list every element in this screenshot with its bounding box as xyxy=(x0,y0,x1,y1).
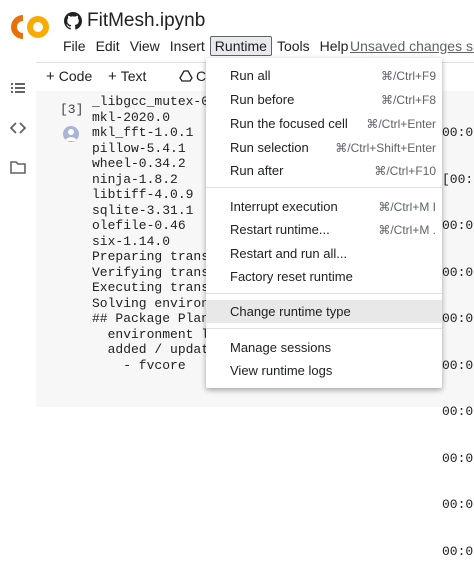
notebook-title-row: FitMesh.ipynb xyxy=(64,9,205,33)
menu-item-run-after[interactable]: Run after ⌘/Ctrl+F10 xyxy=(206,159,442,182)
output-fragment: 00:0 xyxy=(442,404,474,419)
execution-count: [3] xyxy=(60,102,84,117)
copy-to-drive-button[interactable]: C xyxy=(179,68,206,84)
menu-item-change-runtime-type[interactable]: Change runtime type xyxy=(206,300,442,323)
add-code-button[interactable]: + Code xyxy=(46,68,92,85)
output-fragment: 00:0 xyxy=(442,125,474,140)
menu-item-label: View runtime logs xyxy=(230,363,333,378)
menu-help[interactable]: Help xyxy=(315,36,354,56)
output-fragment: 00:0 xyxy=(442,311,474,326)
menu-divider xyxy=(206,293,442,294)
menu-divider xyxy=(206,328,442,329)
menu-item-label: Factory reset runtime xyxy=(230,269,353,284)
unsaved-changes-link[interactable]: Unsaved changes sinc xyxy=(350,38,474,54)
files-icon[interactable] xyxy=(10,159,26,175)
menu-edit[interactable]: Edit xyxy=(91,36,125,56)
copy-to-drive-label: C xyxy=(196,68,207,84)
output-fragment: 00:0 xyxy=(442,218,474,233)
menu-runtime[interactable]: Runtime xyxy=(209,36,272,56)
notebook-title[interactable]: FitMesh.ipynb xyxy=(87,10,205,32)
menu-item-label: Run after xyxy=(230,163,284,178)
menu-item-shortcut: ⌘/Ctrl+F9 xyxy=(380,68,436,83)
menu-item-run-focused-cell[interactable]: Run the focused cell ⌘/Ctrl+Enter xyxy=(206,112,442,135)
menu-item-label: Restart runtime... xyxy=(230,222,330,237)
user-icon xyxy=(65,129,77,141)
menu-item-shortcut: ⌘/Ctrl+F10 xyxy=(374,163,436,178)
colab-logo[interactable] xyxy=(10,14,50,40)
menu-insert[interactable]: Insert xyxy=(165,36,210,56)
output-fragment: 00:0 xyxy=(442,543,474,559)
output-fragment: 00:0 xyxy=(442,450,474,466)
output-fragment: 00:0 xyxy=(442,264,474,280)
github-icon xyxy=(64,12,82,30)
toc-icon[interactable] xyxy=(10,80,26,96)
menu-item-label: Restart and run all... xyxy=(230,246,348,261)
menu-item-label: Run all xyxy=(230,68,271,83)
plus-icon: + xyxy=(108,68,117,85)
menu-item-run-all[interactable]: Run all ⌘/Ctrl+F9 xyxy=(206,64,442,87)
code-snippets-icon[interactable] xyxy=(10,120,26,136)
menu-item-factory-reset-runtime[interactable]: Factory reset runtime xyxy=(206,265,442,288)
menu-item-manage-sessions[interactable]: Manage sessions xyxy=(206,336,442,359)
menu-item-restart-runtime[interactable]: Restart runtime... ⌘/Ctrl+M . xyxy=(206,218,442,241)
output-fragment: 00:0 xyxy=(442,497,474,512)
menu-item-restart-and-run-all[interactable]: Restart and run all... xyxy=(206,242,442,265)
output-fragment: [00:1 xyxy=(442,171,474,187)
menu-item-shortcut: ⌘/Ctrl+F8 xyxy=(380,92,436,107)
menu-item-shortcut: ⌘/Ctrl+M I xyxy=(378,199,436,214)
runtime-menu: Run all ⌘/Ctrl+F9 Run before ⌘/Ctrl+F8 Run… xyxy=(206,58,442,388)
output-overflow: 00:0 [00:1 00:0 00:0 00:0 00:0 00:0 00:0… xyxy=(442,94,474,575)
add-code-label: Code xyxy=(58,68,93,84)
menu-view[interactable]: View xyxy=(125,36,165,56)
menu-item-label: Change runtime type xyxy=(230,304,351,319)
avatar xyxy=(63,126,79,142)
menu-item-shortcut: ⌘/Ctrl+M . xyxy=(378,222,436,237)
output-fragment: 00:0 xyxy=(442,357,474,373)
menu-item-run-before[interactable]: Run before ⌘/Ctrl+F8 xyxy=(206,88,442,111)
menu-bar: File Edit View Insert Runtime Tools Help xyxy=(58,35,353,57)
plus-icon: + xyxy=(46,68,55,85)
menu-item-label: Manage sessions xyxy=(230,340,332,355)
menu-item-interrupt-execution[interactable]: Interrupt execution ⌘/Ctrl+M I xyxy=(206,195,442,218)
menu-divider xyxy=(206,187,442,188)
menu-tools[interactable]: Tools xyxy=(272,36,315,56)
menu-item-label: Run before xyxy=(230,92,295,107)
menu-item-label: Run selection xyxy=(230,140,309,155)
menu-item-run-selection[interactable]: Run selection ⌘/Ctrl+Shift+Enter xyxy=(206,136,442,159)
menu-file[interactable]: File xyxy=(58,36,91,56)
menu-item-label: Run the focused cell xyxy=(230,116,348,131)
menu-item-shortcut: ⌘/Ctrl+Shift+Enter xyxy=(335,140,436,155)
add-text-label: Text xyxy=(120,68,147,84)
left-rail xyxy=(0,62,37,407)
menu-item-label: Interrupt execution xyxy=(230,199,338,214)
menu-item-shortcut: ⌘/Ctrl+Enter xyxy=(366,116,436,131)
drive-icon xyxy=(179,70,193,82)
add-text-button[interactable]: + Text xyxy=(108,68,146,85)
app-header: FitMesh.ipynb File Edit View Insert Runt… xyxy=(0,0,474,62)
menu-item-view-runtime-logs[interactable]: View runtime logs xyxy=(206,359,442,382)
